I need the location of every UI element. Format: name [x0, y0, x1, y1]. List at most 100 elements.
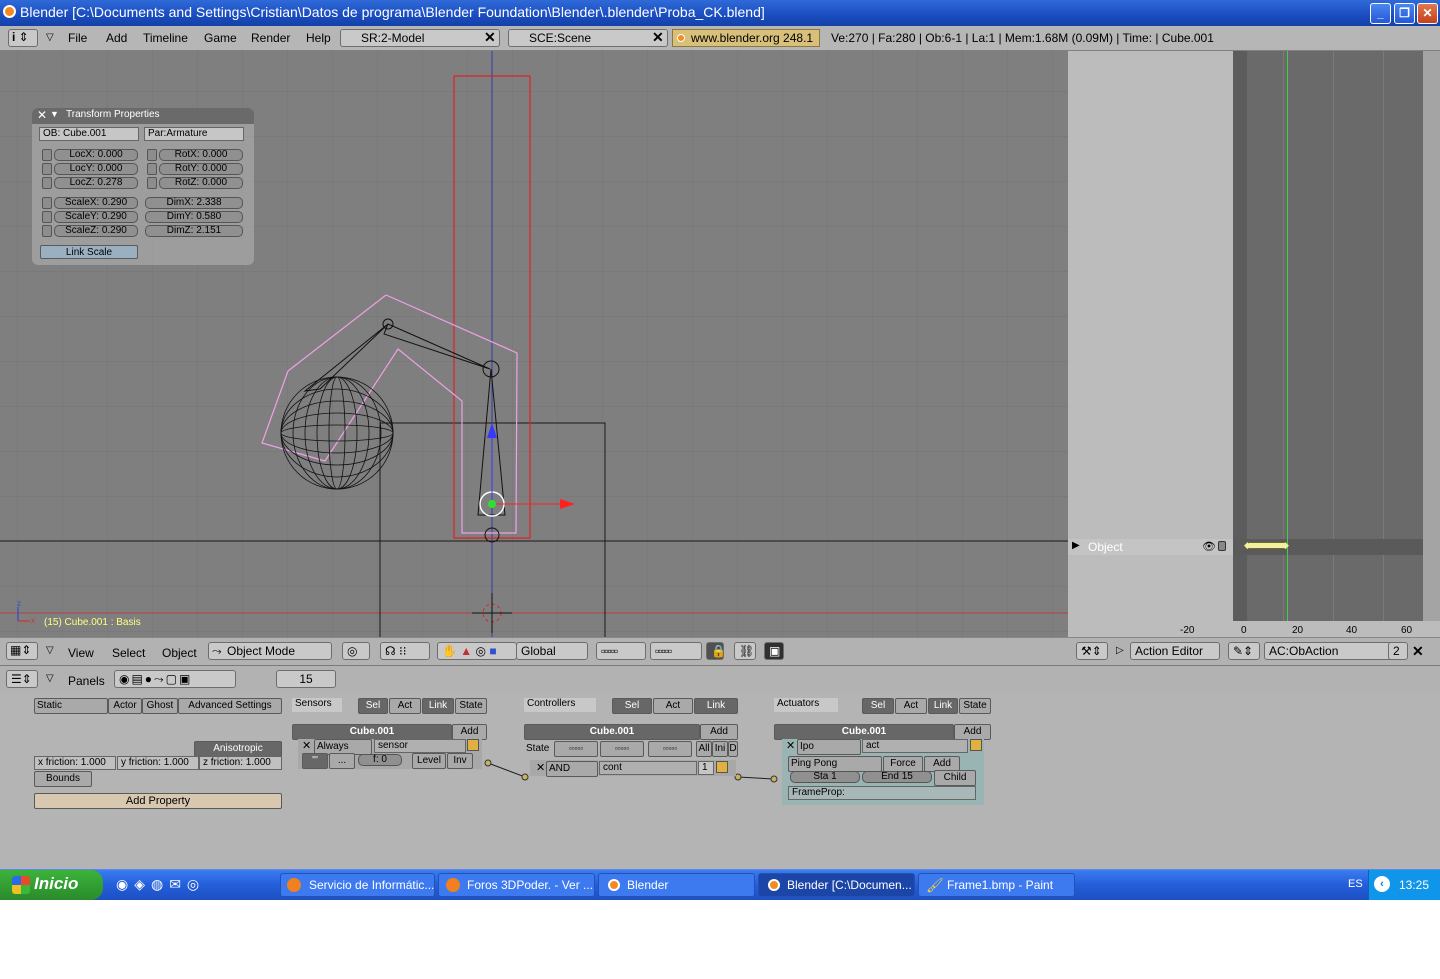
- mode-selector[interactable]: Object Mode: [208, 642, 332, 660]
- locx-field[interactable]: LocX: 0.000: [54, 149, 138, 161]
- rotz-field[interactable]: RotZ: 0.000: [159, 177, 243, 189]
- taskbar-item-blender[interactable]: Blender: [598, 873, 755, 897]
- chevron-left-icon[interactable]: ‹: [1374, 876, 1390, 892]
- draw-type-button[interactable]: ◎: [342, 642, 370, 660]
- maximize-button[interactable]: ❐: [1394, 3, 1415, 24]
- actuators-add-button[interactable]: Add: [954, 724, 991, 740]
- menu-add[interactable]: Add: [106, 31, 127, 45]
- locy-field[interactable]: LocY: 0.000: [54, 163, 138, 175]
- sensor-name-field[interactable]: sensor: [374, 739, 466, 753]
- scene-selector[interactable]: SCE:Scene: [508, 29, 668, 47]
- close-panel-icon[interactable]: ✕: [37, 108, 47, 122]
- sensors-state-tab[interactable]: State: [455, 698, 487, 714]
- dimz-field[interactable]: DimZ: 2.151: [145, 225, 243, 237]
- pulse-false-button[interactable]: ...: [329, 753, 355, 769]
- lock-icon[interactable]: [147, 163, 157, 175]
- invert-button[interactable]: Inv: [447, 753, 473, 769]
- x-friction-field[interactable]: x friction: 1.000: [34, 756, 116, 770]
- website-link[interactable]: www.blender.org 248.1: [672, 29, 820, 47]
- lock-icon[interactable]: [42, 197, 52, 209]
- state-debug-button[interactable]: D: [728, 741, 738, 757]
- controllers-link-tab[interactable]: Link: [694, 698, 738, 714]
- lock-icon[interactable]: [42, 177, 52, 189]
- advanced-settings-button[interactable]: Advanced Settings: [178, 698, 282, 714]
- render-icon[interactable]: ▣: [764, 642, 784, 660]
- editor-mode-selector[interactable]: Action Editor: [1130, 642, 1220, 660]
- locz-field[interactable]: LocZ: 0.278: [54, 177, 138, 189]
- bounds-button[interactable]: Bounds: [34, 771, 92, 787]
- delete-screen-icon[interactable]: ✕: [484, 29, 496, 46]
- actuator-expand-icon[interactable]: [970, 739, 982, 751]
- sensors-add-button[interactable]: Add: [452, 724, 487, 740]
- eye-icon[interactable]: 👁: [1202, 540, 1216, 553]
- minimize-button[interactable]: _: [1370, 3, 1391, 24]
- menu-timeline[interactable]: Timeline: [143, 31, 188, 45]
- manipulator-buttons[interactable]: ✋ ▲ ◎ ■: [437, 642, 517, 660]
- controller-type-selector[interactable]: AND: [546, 761, 598, 777]
- pivot-button[interactable]: ☊ ⁝⁝: [380, 642, 430, 660]
- start-frame-field[interactable]: Sta 1: [790, 771, 860, 783]
- keyframe-icon[interactable]: ◆: [1282, 540, 1289, 551]
- layer-buttons-1[interactable]: ▫▫▫▫▫: [596, 642, 646, 660]
- pulse-true-button[interactable]: ''': [302, 753, 328, 769]
- taskbar-item-foros[interactable]: Foros 3DPoder. - Ver ...: [438, 873, 595, 897]
- y-friction-field[interactable]: y friction: 1.000: [117, 756, 199, 770]
- keyframe-icon[interactable]: ◆: [1244, 540, 1251, 551]
- sensor-expand-icon[interactable]: [467, 739, 479, 751]
- pin-icon[interactable]: ✎⇕: [1228, 642, 1260, 660]
- action-browse[interactable]: AC:ObAction: [1264, 642, 1404, 660]
- frequency-field[interactable]: f: 0: [358, 754, 402, 766]
- physics-type-selector[interactable]: Static: [34, 698, 108, 714]
- menu-view[interactable]: View: [68, 646, 94, 660]
- collapse-arrow-icon[interactable]: ▽: [46, 673, 54, 684]
- anisotropic-toggle[interactable]: Anisotropic: [194, 741, 282, 757]
- actuator-name-field[interactable]: act: [862, 739, 968, 753]
- parent-field[interactable]: Par:Armature: [144, 127, 244, 141]
- frame-field[interactable]: 15: [276, 670, 336, 688]
- lock-icon[interactable]: [147, 177, 157, 189]
- level-button[interactable]: Level: [412, 753, 446, 769]
- controllers-sel-tab[interactable]: Sel: [612, 698, 652, 714]
- actuators-sel-tab[interactable]: Sel: [862, 698, 894, 714]
- action-strip[interactable]: [1248, 542, 1286, 549]
- controllers-act-tab[interactable]: Act: [653, 698, 693, 714]
- sensors-sel-tab[interactable]: Sel: [358, 698, 388, 714]
- state-all-button[interactable]: All: [696, 741, 712, 757]
- collapse-panel-icon[interactable]: ▼: [50, 109, 59, 119]
- close-button[interactable]: ✕: [1417, 3, 1438, 24]
- editor-type-button[interactable]: ☰⇕: [6, 670, 38, 688]
- taskbar-item-blender-file[interactable]: Blender [C:\Documen...: [758, 873, 915, 897]
- lock-icon[interactable]: [1218, 541, 1226, 551]
- scale-icon[interactable]: ■: [489, 644, 496, 658]
- state-buttons-3[interactable]: ▫▫▫▫▫: [648, 741, 692, 757]
- lock-layers-icon[interactable]: 🔒: [706, 642, 724, 660]
- collapse-arrow-icon[interactable]: ▽: [46, 32, 54, 43]
- menu-file[interactable]: File: [68, 31, 87, 45]
- link-icon[interactable]: ⛓: [734, 642, 756, 660]
- controller-state-field[interactable]: 1: [698, 761, 714, 775]
- delete-actuator-icon[interactable]: ✕: [786, 739, 795, 752]
- frameprop-field[interactable]: FrameProp:: [788, 786, 976, 800]
- scalez-field[interactable]: ScaleZ: 0.290: [54, 225, 138, 237]
- dimx-field[interactable]: DimX: 2.338: [145, 197, 243, 209]
- panel-header[interactable]: Transform Properties: [32, 108, 254, 124]
- collapse-arrow-icon[interactable]: ▽: [46, 645, 54, 656]
- editor-type-button[interactable]: ⚒⇕: [1076, 642, 1108, 660]
- dimy-field[interactable]: DimY: 0.580: [145, 211, 243, 223]
- menu-render[interactable]: Render: [251, 31, 290, 45]
- context-buttons[interactable]: ◉▤●⤳▢▣: [114, 670, 236, 688]
- orientation-selector[interactable]: Global: [516, 642, 588, 660]
- delete-action-icon[interactable]: ✕: [1412, 643, 1424, 660]
- taskbar-item-servicio[interactable]: Servicio de Informátic...: [280, 873, 435, 897]
- state-buttons-2[interactable]: ▫▫▫▫▫: [600, 741, 644, 757]
- menu-game[interactable]: Game: [204, 31, 237, 45]
- action-timeline[interactable]: [1233, 51, 1423, 621]
- state-ini-button[interactable]: Ini: [712, 741, 728, 757]
- sensors-act-tab[interactable]: Act: [389, 698, 421, 714]
- lock-icon[interactable]: [42, 163, 52, 175]
- quick-launch-icons[interactable]: ◉◈◍✉◎: [116, 876, 205, 893]
- child-button[interactable]: Child: [934, 770, 976, 786]
- screen-selector[interactable]: SR:2-Model: [340, 29, 500, 47]
- force-button[interactable]: Force: [883, 756, 923, 772]
- editor-type-button[interactable]: ▦⇕: [6, 642, 38, 660]
